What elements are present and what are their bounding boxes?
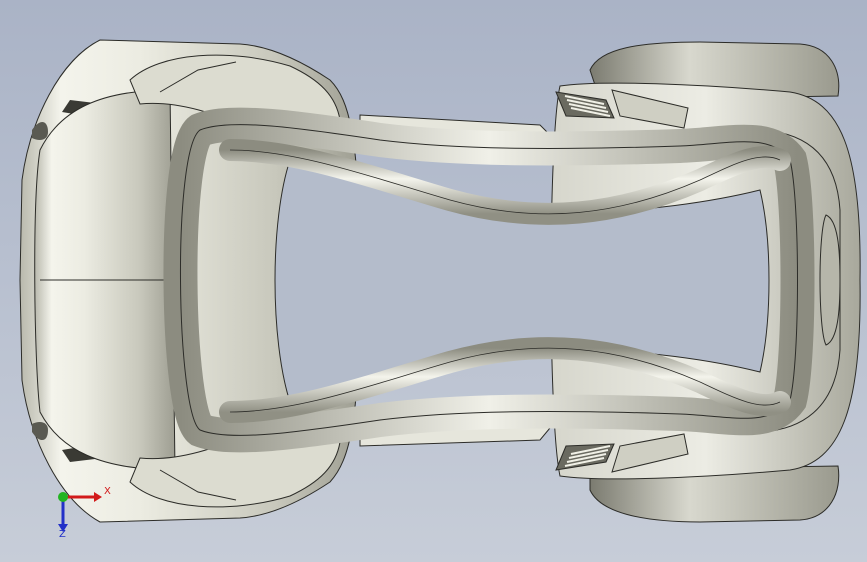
cad-graphics-area[interactable]: X Z [0, 0, 867, 562]
z-axis-label: Z [59, 529, 66, 540]
x-axis-label: X [104, 486, 111, 497]
coordinate-triad: X Z [44, 482, 124, 544]
triad-arrows [58, 492, 102, 532]
y-axis-dot [58, 492, 68, 502]
rear-light-slot [819, 214, 841, 346]
car-body-top-view[interactable] [0, 0, 867, 562]
